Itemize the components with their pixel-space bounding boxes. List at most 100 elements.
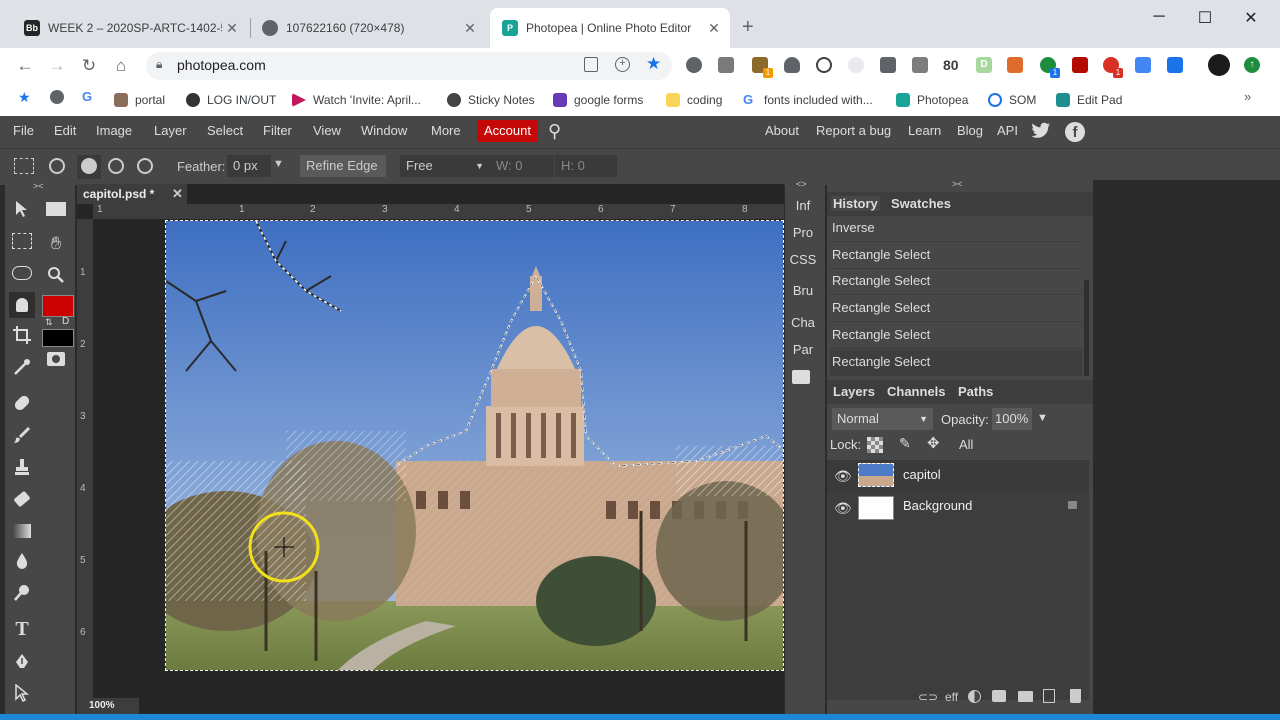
layer-mask-icon[interactable] xyxy=(992,690,1006,702)
dodge-tool-icon[interactable] xyxy=(9,580,35,606)
new-group-folder-icon[interactable] xyxy=(1018,691,1033,702)
extension-circle-icon[interactable] xyxy=(686,57,702,73)
height-input[interactable]: H: 0 xyxy=(555,155,617,177)
lock-transparency-icon[interactable] xyxy=(867,437,883,453)
brush-tool-icon[interactable] xyxy=(9,422,35,448)
search-icon[interactable]: ⚲ xyxy=(548,121,561,142)
type-tool-icon[interactable]: T xyxy=(9,616,35,642)
close-tab-icon[interactable]: ✕ xyxy=(460,20,480,37)
extension-star-icon[interactable] xyxy=(880,57,896,73)
forward-button[interactable]: → xyxy=(45,54,69,78)
shield-icon[interactable] xyxy=(784,57,800,73)
tab-swatches[interactable]: Swatches xyxy=(891,196,951,211)
reload-button[interactable]: ↻ xyxy=(77,54,101,78)
extension-count-text[interactable]: 80 xyxy=(943,57,959,73)
foreground-color-swatch[interactable] xyxy=(42,295,74,317)
menu-about[interactable]: About xyxy=(765,123,799,138)
blur-tool-icon[interactable] xyxy=(9,548,35,574)
extension-d-icon[interactable]: D xyxy=(976,57,992,73)
menu-filter[interactable]: Filter xyxy=(263,123,292,138)
lock-brush-icon[interactable]: ✎ xyxy=(899,435,911,452)
refine-edge-button[interactable]: Refine Edge xyxy=(300,155,386,177)
layer-row-background[interactable]: 👁︎ Background xyxy=(827,492,1089,524)
clone-stamp-tool-icon[interactable] xyxy=(9,454,35,480)
extension-image-icon[interactable] xyxy=(912,57,928,73)
eraser-tool-icon[interactable] xyxy=(9,486,35,512)
image-panel-icon[interactable] xyxy=(792,370,810,384)
artboard-tool-icon[interactable] xyxy=(43,196,69,222)
panel-paragraph-button[interactable]: Par xyxy=(785,342,821,357)
browser-tab-image[interactable]: 107622160 (720×478) ✕ xyxy=(250,8,486,48)
panel-css-button[interactable]: CSS xyxy=(785,252,821,267)
bookmark-portal[interactable]: portal xyxy=(114,90,165,110)
crop-tool-icon[interactable] xyxy=(9,322,35,348)
zoom-page-icon[interactable]: + xyxy=(615,57,630,72)
visibility-eye-icon[interactable]: 👁︎ xyxy=(834,500,852,517)
menu-report-bug[interactable]: Report a bug xyxy=(816,123,891,138)
quick-mask-icon[interactable] xyxy=(43,346,69,372)
expand-icon[interactable]: <> xyxy=(796,179,807,189)
bookmark-google-forms[interactable]: google forms xyxy=(553,90,643,110)
bookmark-watch[interactable]: Watch 'Invite: April... xyxy=(292,90,421,110)
bookmark-globe-icon[interactable] xyxy=(50,90,64,104)
bookmark-sticky-notes[interactable]: Sticky Notes xyxy=(447,90,535,110)
pen-tool-icon[interactable] xyxy=(9,648,35,674)
minimize-button[interactable]: ─ xyxy=(1136,8,1182,26)
panel-properties-button[interactable]: Pro xyxy=(785,225,821,240)
office-icon[interactable] xyxy=(1007,57,1023,73)
acrobat-icon[interactable] xyxy=(1072,57,1088,73)
history-item[interactable]: Rectangle Select xyxy=(830,243,1082,269)
delete-layer-trash-icon[interactable] xyxy=(1070,689,1081,703)
more-bookmarks-icon[interactable]: » xyxy=(1244,89,1251,104)
opacity-dropdown-icon[interactable]: ▼ xyxy=(1037,412,1048,424)
close-window-button[interactable]: ✕ xyxy=(1228,8,1274,28)
account-button[interactable]: Account xyxy=(477,120,538,142)
blend-mode-select[interactable]: Normal ▼ xyxy=(832,408,933,430)
history-item[interactable]: Rectangle Select xyxy=(830,323,1082,349)
twitter-icon[interactable] xyxy=(1031,122,1051,140)
new-layer-icon[interactable] xyxy=(1043,689,1055,703)
menu-edit[interactable]: Edit xyxy=(54,123,76,138)
close-document-icon[interactable]: ✕ xyxy=(172,186,183,202)
bookmark-som[interactable]: SOM xyxy=(988,90,1036,110)
feather-dropdown-icon[interactable]: ▼ xyxy=(273,158,284,170)
close-tab-icon[interactable]: ✕ xyxy=(222,20,242,37)
default-colors-icon[interactable]: D xyxy=(62,316,69,327)
lock-move-icon[interactable]: ✥ xyxy=(927,434,940,452)
panel-brush-button[interactable]: Bru xyxy=(785,283,821,298)
menu-blog[interactable]: Blog xyxy=(957,123,983,138)
menu-api[interactable]: API xyxy=(997,123,1018,138)
home-button[interactable]: ⌂ xyxy=(109,54,133,78)
swap-colors-icon[interactable]: ⇅ xyxy=(45,317,53,328)
url-text[interactable]: photopea.com xyxy=(177,57,266,73)
layer-effects-button[interactable]: eff xyxy=(945,690,958,704)
history-item-current[interactable]: Rectangle Select xyxy=(830,350,1082,376)
image-canvas[interactable] xyxy=(165,220,784,671)
tab-paths[interactable]: Paths xyxy=(958,384,993,399)
zoom-level[interactable]: 100% xyxy=(77,698,139,714)
menu-select[interactable]: Select xyxy=(207,123,243,138)
browser-tab-photopea[interactable]: P Photopea | Online Photo Editor ✕ xyxy=(490,8,730,48)
path-select-tool-icon[interactable] xyxy=(9,680,35,706)
adjustment-layer-icon[interactable] xyxy=(968,690,981,703)
marquee-tool-icon[interactable] xyxy=(14,158,34,174)
panel-character-button[interactable]: Cha xyxy=(785,315,821,330)
new-tab-button[interactable]: + xyxy=(742,16,754,39)
move-tool-icon[interactable] xyxy=(9,196,35,222)
new-selection-icon[interactable] xyxy=(49,158,65,174)
clipboard-icon[interactable] xyxy=(584,57,598,72)
bookmark-star-icon[interactable]: ★ xyxy=(646,54,661,74)
history-item[interactable]: Rectangle Select xyxy=(830,269,1082,295)
lasso-tool-icon[interactable] xyxy=(9,260,35,286)
history-item[interactable]: Inverse xyxy=(830,216,1082,242)
visibility-eye-icon[interactable]: 👁︎ xyxy=(834,468,852,485)
layer-row-capitol[interactable]: 👁︎ capitol xyxy=(827,460,1089,492)
extension-dot-icon[interactable] xyxy=(848,57,864,73)
bookmark-photopea[interactable]: Photopea xyxy=(896,90,968,110)
menu-window[interactable]: Window xyxy=(361,123,407,138)
subtract-selection-icon[interactable] xyxy=(108,158,124,174)
opacity-input[interactable]: 100% xyxy=(992,408,1032,430)
history-scrollbar[interactable] xyxy=(1084,280,1089,376)
profile-avatar[interactable] xyxy=(1208,54,1230,76)
quick-select-tool-icon[interactable] xyxy=(9,292,35,318)
